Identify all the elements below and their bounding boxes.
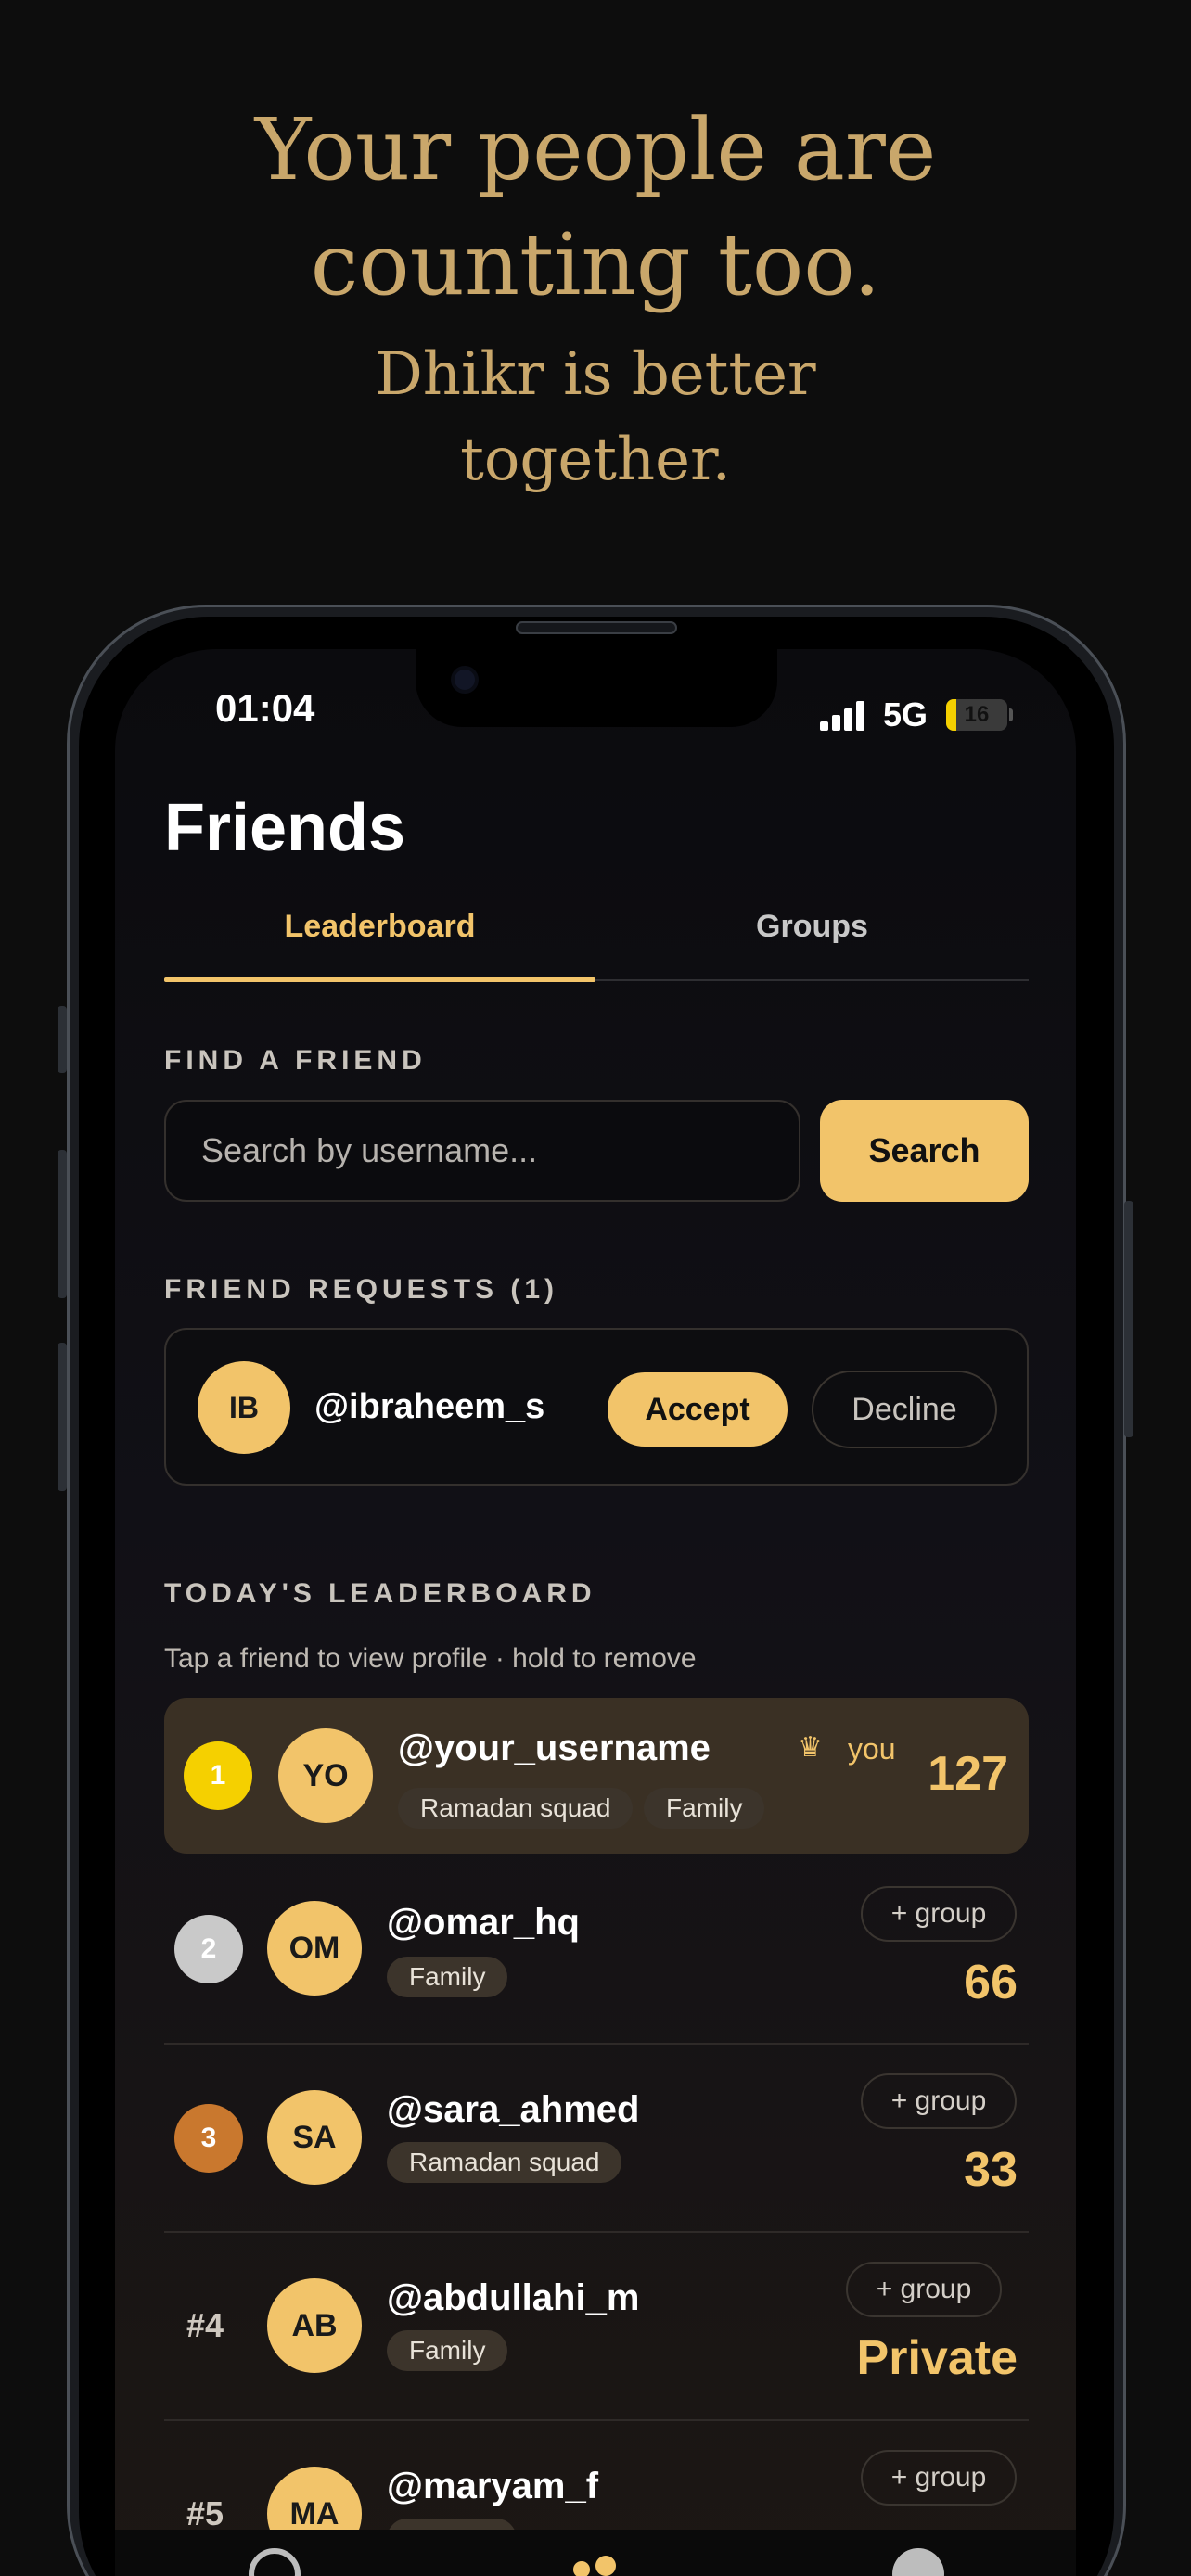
group-tag [387, 2519, 517, 2530]
rank-badge: 2 [174, 1915, 243, 1983]
row-score: 127 [928, 1747, 1008, 1801]
row-username: @maryam_f [387, 2466, 599, 2506]
leaderboard-label: TODAY'S LEADERBOARD [164, 1578, 596, 1609]
rank-badge: 3 [174, 2104, 243, 2173]
decline-button[interactable]: Decline [812, 1371, 997, 1448]
status-time: 01:04 [215, 686, 315, 730]
tab-active-indicator [164, 977, 596, 982]
tab-groups[interactable]: Groups [596, 909, 1029, 945]
hero-subtitle-line-1: Dhikr is better [375, 340, 816, 409]
avatar: SA [267, 2090, 362, 2185]
battery-level: 16 [964, 702, 990, 727]
you-label: you [848, 1732, 896, 1766]
row-score: 66 [964, 1956, 1018, 2009]
request-username: @ibraheem_s [314, 1387, 545, 1426]
group-tag: Family [387, 1957, 508, 1997]
tab-leaderboard[interactable]: Leaderboard [164, 909, 596, 945]
friend-requests-label: FRIEND REQUESTS (1) [164, 1274, 559, 1305]
search-button[interactable]: Search [820, 1100, 1029, 1202]
group-tag: Family [387, 2330, 508, 2371]
phone-speaker [516, 621, 677, 634]
battery-tip [1009, 708, 1013, 721]
rank-label: #4 [186, 2306, 224, 2344]
network-label: 5G [883, 695, 928, 733]
avatar: AB [267, 2278, 362, 2373]
leaderboard-row[interactable]: #5 MA @maryam_f + group [164, 2420, 1029, 2530]
hero-heading: Your people are counting too. Dhikr is b… [0, 93, 1191, 503]
leaderboard-hint: Tap a friend to view profile · hold to r… [164, 1643, 697, 1674]
leaderboard-row-you[interactable]: 1 YO @your_username ♛ you Ramadan squad … [164, 1698, 1029, 1854]
row-username: @your_username [398, 1728, 711, 1768]
crown-icon: ♛ [798, 1732, 823, 1763]
hero-subtitle-line-2: together. [460, 426, 731, 494]
battery-fill [946, 699, 956, 731]
avatar: IB [198, 1361, 290, 1454]
battery-icon: 16 [946, 699, 1007, 731]
add-to-group-button[interactable]: + group [861, 2073, 1017, 2129]
phone-side-button [1124, 1201, 1133, 1437]
row-username: @omar_hq [387, 1902, 580, 1943]
group-tag: Ramadan squad [387, 2142, 622, 2183]
row-username: @abdullahi_m [387, 2277, 640, 2318]
leaderboard-row[interactable]: 3 SA @sara_ahmed Ramadan squad + group 3… [164, 2044, 1029, 2233]
leaderboard-row[interactable]: #4 AB @abdullahi_m Family + group Privat… [164, 2232, 1029, 2421]
find-friend-label: FIND A FRIEND [164, 1045, 427, 1076]
leaderboard-row[interactable]: 2 OM @omar_hq Family + group 66 [164, 1855, 1029, 2044]
rank-label: #5 [186, 2494, 224, 2530]
search-input[interactable] [164, 1100, 800, 1202]
signal-icon [820, 701, 866, 731]
camera-icon [451, 666, 479, 694]
group-tag: Ramadan squad [398, 1788, 634, 1829]
avatar: OM [267, 1901, 362, 1996]
row-username: @sara_ahmed [387, 2089, 640, 2130]
avatar: YO [278, 1728, 373, 1823]
rank-badge: 1 [184, 1741, 252, 1810]
hero-title-line-2: counting too. [310, 215, 881, 314]
row-score: Private [856, 2331, 1018, 2385]
accept-button[interactable]: Accept [608, 1372, 788, 1447]
group-tag: Family [644, 1788, 765, 1829]
add-to-group-button[interactable]: + group [846, 2262, 1002, 2317]
phone-side-button [58, 1150, 67, 1298]
phone-side-button [58, 1343, 67, 1491]
phone-side-button [58, 1006, 67, 1073]
add-to-group-button[interactable]: + group [861, 1886, 1017, 1942]
friend-request-card: IB @ibraheem_s Accept Decline [164, 1328, 1029, 1486]
row-score: 33 [964, 2143, 1018, 2197]
add-to-group-button[interactable]: + group [861, 2450, 1017, 2506]
hero-title-line-1: Your people are [254, 100, 937, 199]
page-title: Friends [164, 791, 406, 865]
avatar: MA [267, 2467, 362, 2530]
